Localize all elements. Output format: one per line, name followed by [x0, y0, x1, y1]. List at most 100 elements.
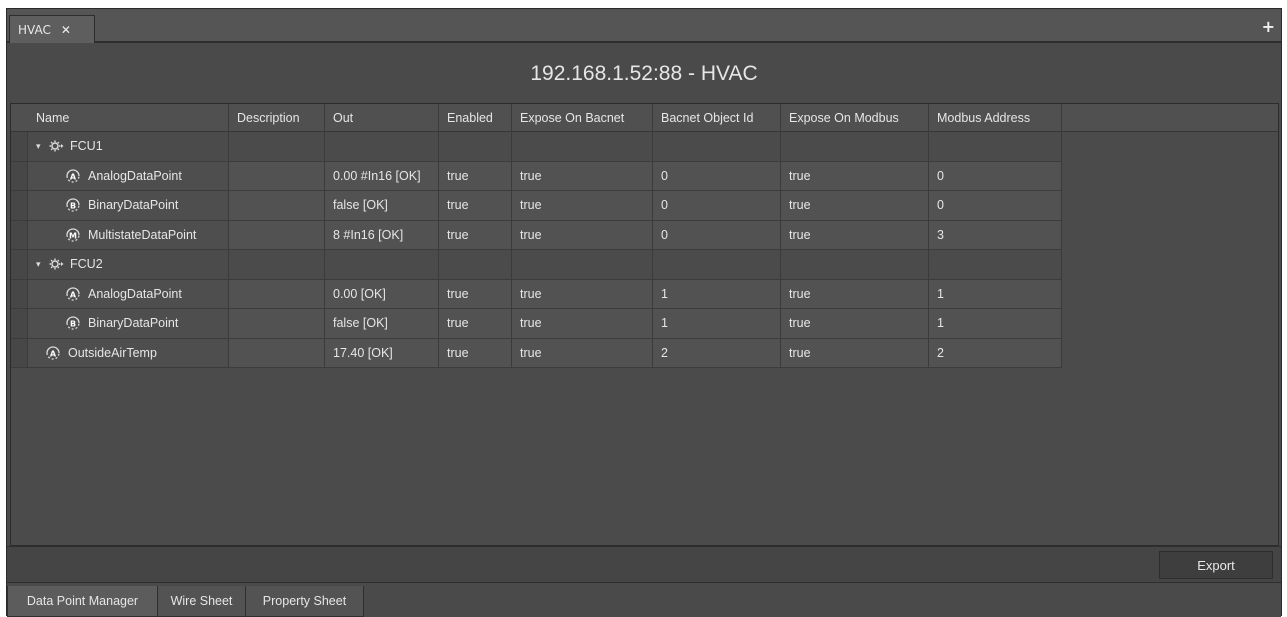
- cell-expose-on-bacnet: [512, 132, 653, 161]
- row-name-label: MultistateDataPoint: [88, 227, 197, 242]
- data-point-a-icon: A: [64, 285, 82, 303]
- cell-modbus-address: 0: [929, 161, 1062, 190]
- chevron-down-icon[interactable]: ▾: [36, 141, 48, 152]
- cell-enabled: true: [439, 161, 512, 190]
- cell-expose-on-bacnet: true: [512, 279, 653, 308]
- cell-modbus-address: 3: [929, 220, 1062, 249]
- cell-modbus-address: 1: [929, 279, 1062, 308]
- cell-expose-on-modbus: true: [781, 161, 929, 190]
- table-row[interactable]: B BinaryDataPoint false [OK] true true 1 true 1: [11, 309, 1062, 339]
- cell-expose-on-bacnet: [512, 250, 653, 279]
- cell-out: [325, 132, 439, 161]
- hvac-window: HVAC ✕ + 192.168.1.52:88 - HVAC Name Desc…: [6, 8, 1282, 617]
- gear-folder-icon: [48, 138, 64, 154]
- row-name-label: FCU2: [70, 257, 103, 272]
- cell-modbus-address: [929, 132, 1062, 161]
- cell-enabled: true: [439, 191, 512, 220]
- row-gutter: [11, 161, 28, 190]
- column-header-description[interactable]: Description: [229, 104, 325, 132]
- tab-hvac[interactable]: HVAC ✕: [9, 15, 95, 43]
- column-header-name[interactable]: Name: [28, 104, 229, 132]
- cell-enabled: [439, 250, 512, 279]
- action-bar: Export: [7, 546, 1281, 582]
- cell-enabled: true: [439, 279, 512, 308]
- cell-name[interactable]: A OutsideAirTemp: [28, 338, 229, 367]
- cell-name[interactable]: A AnalogDataPoint: [28, 279, 229, 308]
- cell-bacnet-object-id: 0: [653, 161, 781, 190]
- cell-out: false [OK]: [325, 191, 439, 220]
- cell-description: [229, 161, 325, 190]
- chevron-down-icon[interactable]: ▾: [36, 259, 48, 270]
- cell-name[interactable]: B BinaryDataPoint: [28, 309, 229, 338]
- cell-bacnet-object-id: 2: [653, 338, 781, 367]
- cell-expose-on-bacnet: true: [512, 338, 653, 367]
- cell-out: 17.40 [OK]: [325, 338, 439, 367]
- cell-bacnet-object-id: 0: [653, 220, 781, 249]
- cell-name[interactable]: M MultistateDataPoint: [28, 220, 229, 249]
- cell-bacnet-object-id: [653, 250, 781, 279]
- cell-expose-on-modbus: true: [781, 309, 929, 338]
- data-point-a-icon: A: [44, 344, 62, 362]
- cell-description: [229, 191, 325, 220]
- table-row[interactable]: B BinaryDataPoint false [OK] true true 0 true 0: [11, 191, 1062, 221]
- cell-bacnet-object-id: 1: [653, 279, 781, 308]
- cell-expose-on-modbus: true: [781, 220, 929, 249]
- close-icon[interactable]: ✕: [61, 23, 71, 37]
- cell-expose-on-modbus: [781, 132, 929, 161]
- cell-out: false [OK]: [325, 309, 439, 338]
- data-point-table: Name Description Out Enabled Expose On Bacne…: [10, 103, 1279, 546]
- tab-wire-sheet[interactable]: Wire Sheet: [157, 586, 246, 617]
- cell-modbus-address: 1: [929, 309, 1062, 338]
- table-row[interactable]: A OutsideAirTemp 17.40 [OK] true true 2 true 2: [11, 338, 1062, 368]
- table-row[interactable]: A AnalogDataPoint 0.00 #In16 [OK] true true 0…: [11, 161, 1062, 191]
- cell-enabled: true: [439, 309, 512, 338]
- cell-expose-on-modbus: true: [781, 338, 929, 367]
- table-row[interactable]: A AnalogDataPoint 0.00 [OK] true true 1 true 1: [11, 279, 1062, 309]
- svg-text:B: B: [70, 320, 76, 329]
- cell-expose-on-bacnet: true: [512, 220, 653, 249]
- tab-property-sheet[interactable]: Property Sheet: [245, 586, 364, 617]
- cell-expose-on-modbus: true: [781, 191, 929, 220]
- view-tabbar: Data Point Manager Wire Sheet Property S…: [7, 582, 1281, 617]
- row-gutter: [11, 338, 28, 367]
- column-header-expose-on-bacnet[interactable]: Expose On Bacnet: [512, 104, 653, 132]
- data-point-a-icon: A: [64, 167, 82, 185]
- export-button[interactable]: Export: [1159, 551, 1273, 579]
- cell-name[interactable]: A AnalogDataPoint: [28, 161, 229, 190]
- row-name-label: OutsideAirTemp: [68, 345, 157, 360]
- cell-bacnet-object-id: 0: [653, 191, 781, 220]
- document-tabbar: HVAC ✕ +: [7, 9, 1281, 43]
- cell-description: [229, 132, 325, 161]
- folder-row[interactable]: ▾ FCU1: [11, 132, 1062, 162]
- row-gutter: [11, 279, 28, 308]
- cell-out: [325, 250, 439, 279]
- svg-text:A: A: [70, 172, 77, 181]
- cell-description: [229, 250, 325, 279]
- column-header-expose-on-modbus[interactable]: Expose On Modbus: [781, 104, 929, 132]
- svg-text:A: A: [50, 349, 57, 358]
- column-header-bacnet-object-id[interactable]: Bacnet Object Id: [653, 104, 781, 132]
- cell-name[interactable]: ▾ FCU1: [28, 132, 229, 161]
- column-header-out[interactable]: Out: [325, 104, 439, 132]
- row-gutter: [11, 191, 28, 220]
- cell-name[interactable]: B BinaryDataPoint: [28, 191, 229, 220]
- row-name-label: BinaryDataPoint: [88, 316, 179, 331]
- cell-expose-on-bacnet: true: [512, 191, 653, 220]
- cell-name[interactable]: ▾ FCU2: [28, 250, 229, 279]
- gear-folder-icon: [48, 256, 64, 272]
- tab-data-point-manager[interactable]: Data Point Manager: [7, 586, 158, 617]
- row-gutter: [11, 309, 28, 338]
- column-header-filler: [1062, 104, 1280, 132]
- cell-expose-on-bacnet: true: [512, 161, 653, 190]
- table-row[interactable]: M MultistateDataPoint 8 #In16 [OK] true true…: [11, 220, 1062, 250]
- add-tab-icon[interactable]: +: [1262, 17, 1275, 36]
- column-header-modbus-address[interactable]: Modbus Address: [929, 104, 1062, 132]
- svg-text:B: B: [70, 202, 76, 211]
- cell-enabled: true: [439, 338, 512, 367]
- row-name-label: BinaryDataPoint: [88, 198, 179, 213]
- column-header-enabled[interactable]: Enabled: [439, 104, 512, 132]
- row-gutter: [11, 132, 28, 161]
- cell-out: 0.00 [OK]: [325, 279, 439, 308]
- cell-out: 0.00 #In16 [OK]: [325, 161, 439, 190]
- folder-row[interactable]: ▾ FCU2: [11, 250, 1062, 280]
